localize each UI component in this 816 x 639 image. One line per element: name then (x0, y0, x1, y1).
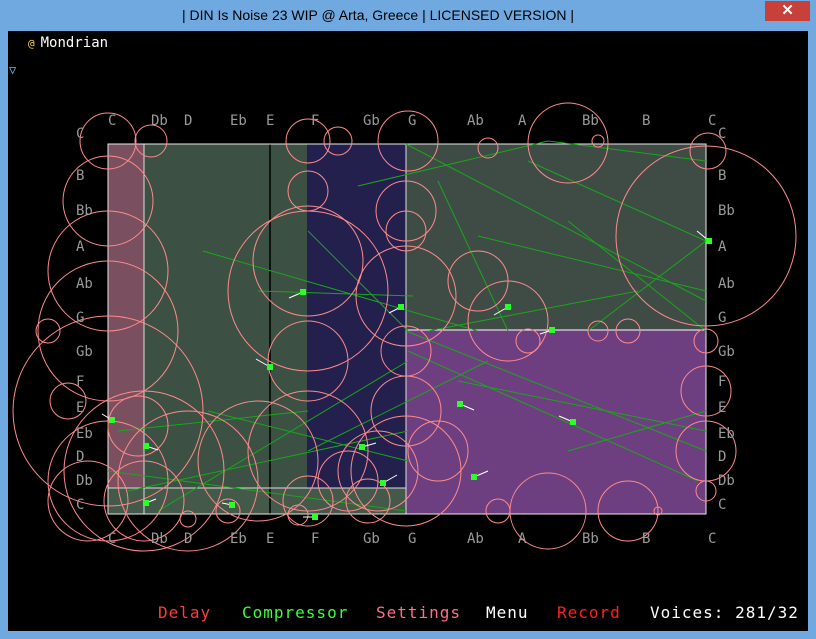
drone (109, 417, 115, 423)
note-label-top: Gb (363, 113, 380, 129)
note-label-right: G (718, 310, 726, 326)
bottom-bar: Delay Compressor Settings Menu Record Vo… (8, 603, 808, 629)
patch-name-text: Mondrian (40, 35, 109, 51)
note-label-right: E (718, 400, 726, 416)
note-label-right: A (718, 239, 727, 255)
title-bar[interactable]: | DIN Is Noise 23 WIP @ Arta, Greece | L… (0, 0, 816, 32)
note-label-left: C (76, 497, 84, 513)
note-label-right: F (718, 374, 726, 390)
note-label-left: G (76, 310, 84, 326)
menu-button[interactable]: Menu (486, 603, 529, 622)
drone (398, 304, 404, 310)
note-label-right: Eb (718, 426, 735, 442)
region-navy[interactable] (307, 144, 406, 514)
voices-count: Voices: 281/32 (650, 603, 799, 622)
drone (570, 419, 576, 425)
note-label-right: Bb (718, 203, 735, 219)
window-title: | DIN Is Noise 23 WIP @ Arta, Greece | L… (181, 7, 575, 23)
note-label-top: A (518, 113, 527, 129)
note-label-left: Bb (76, 203, 93, 219)
note-label-right: Ab (718, 276, 735, 292)
note-label-right: C (718, 126, 726, 142)
note-label-left: E (76, 400, 84, 416)
note-label-left: A (76, 239, 85, 255)
patch-name: @ Mondrian (28, 35, 108, 51)
note-label-right: Db (718, 473, 735, 489)
note-label-bottom: C (708, 531, 716, 547)
note-label-top: C (108, 113, 116, 129)
drone (143, 500, 149, 506)
note-label-right: C (718, 497, 726, 513)
drone (457, 401, 463, 407)
region-grey-green[interactable] (406, 144, 706, 330)
record-button[interactable]: Record (557, 603, 621, 622)
note-label-bottom: A (518, 531, 527, 547)
note-label-top: F (311, 113, 319, 129)
note-label-bottom: F (311, 531, 319, 547)
drone (706, 238, 712, 244)
close-button[interactable]: ✕ (765, 1, 810, 21)
close-icon: ✕ (781, 2, 794, 19)
region-pink-strip[interactable] (108, 144, 144, 514)
drone (549, 327, 555, 333)
drone (505, 304, 511, 310)
app-window: | DIN Is Noise 23 WIP @ Arta, Greece | L… (0, 0, 816, 639)
drone (380, 480, 386, 486)
drone (143, 443, 149, 449)
note-label-bottom: Eb (230, 531, 247, 547)
note-label-top: Eb (230, 113, 247, 129)
note-label-top: G (408, 113, 416, 129)
note-label-top: E (266, 113, 274, 129)
note-label-left: Db (76, 473, 93, 489)
drone (359, 444, 365, 450)
note-label-top: Db (151, 113, 168, 129)
drone (312, 514, 318, 520)
note-label-bottom: Gb (363, 531, 380, 547)
note-label-top: Ab (467, 113, 484, 129)
note-label-bottom: C (108, 531, 116, 547)
note-label-bottom: B (642, 531, 650, 547)
note-label-right: D (718, 449, 726, 465)
note-label-top: D (184, 113, 192, 129)
compressor-button[interactable]: Compressor (242, 603, 348, 622)
note-label-bottom: G (408, 531, 416, 547)
menu-toggle-icon[interactable]: ▽ (9, 63, 16, 77)
note-label-left: Eb (76, 426, 93, 442)
note-label-bottom: Bb (582, 531, 599, 547)
note-label-bottom: Ab (467, 531, 484, 547)
note-label-top: Bb (582, 113, 599, 129)
microtonal-keyboard-scene[interactable]: C Db D Eb E F Gb G Ab A Bb B CC Db D Eb E F Gb G Ab A Bb B CCBBb… (8, 31, 808, 631)
drone (229, 502, 235, 508)
note-label-left: C (76, 126, 84, 142)
drone (300, 289, 306, 295)
note-label-top: C (708, 113, 716, 129)
note-label-right: Gb (718, 344, 735, 360)
note-label-bottom: Db (151, 531, 168, 547)
settings-button[interactable]: Settings (376, 603, 461, 622)
note-label-left: F (76, 374, 84, 390)
note-label-bottom: E (266, 531, 274, 547)
note-label-left: B (76, 168, 84, 184)
note-label-left: D (76, 449, 84, 465)
note-label-right: B (718, 168, 726, 184)
patch-at-symbol: @ (28, 37, 35, 50)
note-label-top: B (642, 113, 650, 129)
drone (471, 474, 477, 480)
din-canvas[interactable]: C Db D Eb E F Gb G Ab A Bb B C C Db D Eb E F Gb G Ab A Bb B C C B Bb… (8, 31, 808, 631)
note-label-bottom: D (184, 531, 192, 547)
delay-button[interactable]: Delay (158, 603, 211, 622)
drone (267, 364, 273, 370)
note-label-left: Ab (76, 276, 93, 292)
note-label-left: Gb (76, 344, 93, 360)
